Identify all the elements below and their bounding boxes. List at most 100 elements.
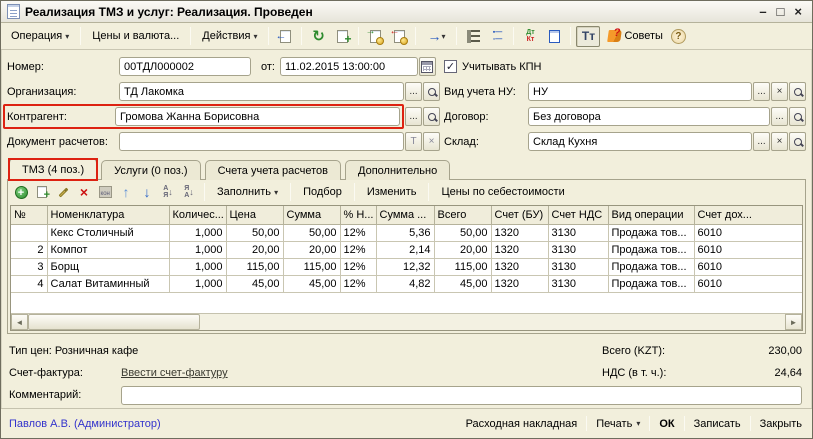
contract-open-button[interactable] (789, 107, 806, 126)
scroll-right-button[interactable]: ► (785, 314, 802, 330)
sort-desc-button[interactable]: ЯА ↓ (180, 183, 198, 201)
operation-menu[interactable]: Операция ▾ (5, 28, 75, 44)
organization-select-button[interactable]: ... (405, 82, 422, 101)
items-table[interactable]: № Номенклатура Количес... Цена Сумма % Н… (11, 206, 802, 293)
nu-open-button[interactable] (789, 82, 806, 101)
edit-row-button[interactable] (54, 183, 72, 201)
calendar-icon (421, 61, 433, 73)
copy-row-button[interactable]: + (33, 183, 51, 201)
number-label: Номер: (7, 61, 119, 73)
settlement-doc-clear-button[interactable]: × (423, 132, 440, 151)
scrollbar-track[interactable] (200, 314, 785, 330)
add-row-button[interactable]: + (12, 183, 30, 201)
scrollbar-thumb[interactable] (28, 314, 200, 330)
contract-select-button[interactable]: ... (771, 107, 788, 126)
table-row[interactable]: 3 Борщ 1,000 115,00 115,00 12% 12,32 115… (11, 258, 802, 275)
horizontal-scrollbar[interactable]: ◄ ► (11, 313, 802, 330)
table-row[interactable]: 4 Салат Витаминный 1,000 45,00 45,00 12%… (11, 275, 802, 292)
cost-prices-button[interactable]: Цены по себестоимости (435, 184, 570, 200)
settlement-doc-type-button[interactable]: T (405, 132, 422, 151)
organization-open-button[interactable] (423, 82, 440, 101)
warehouse-select-button[interactable]: ... (753, 132, 770, 151)
contractor-select-button[interactable]: ... (405, 107, 422, 126)
contractor-open-button[interactable] (423, 107, 440, 126)
tips-button[interactable]: ? Советы (602, 28, 668, 44)
tab-tmz[interactable]: ТМЗ (4 поз.) (9, 158, 97, 180)
reread-document-button[interactable]: ← (274, 26, 296, 47)
arrow-up-icon: ↑ (123, 184, 130, 200)
col-header-total[interactable]: Всего (434, 206, 491, 224)
kpn-checkbox[interactable]: ✓ (444, 60, 457, 73)
end-edit-button[interactable] (96, 183, 114, 201)
nu-clear-button[interactable]: × (771, 82, 788, 101)
contract-input[interactable] (528, 107, 770, 126)
col-header-operation-kind[interactable]: Вид операции (608, 206, 694, 224)
date-input[interactable] (280, 57, 418, 76)
comment-input[interactable] (121, 386, 802, 405)
change-button[interactable]: Изменить (361, 184, 423, 200)
delete-row-button[interactable]: × (75, 183, 93, 201)
tab-additional[interactable]: Дополнительно (345, 160, 450, 180)
enter-on-basis-button[interactable]: → ▾ (421, 26, 451, 47)
warehouse-open-button[interactable] (789, 132, 806, 151)
magnifier-icon (427, 87, 437, 97)
tab-services[interactable]: Услуги (0 поз.) (101, 160, 200, 180)
doc-type-button[interactable]: Расходная накладная (464, 416, 580, 432)
col-header-sum[interactable]: Сумма (283, 206, 340, 224)
structure-list-button[interactable] (462, 26, 484, 47)
dt-kt-postings-button[interactable]: ДтКт (519, 26, 541, 47)
table-row[interactable]: 1 Кекс Столичный 1,000 50,00 50,00 12% 5… (11, 224, 802, 241)
col-header-account-income[interactable]: Счет дох... (694, 206, 802, 224)
col-header-account-bu[interactable]: Счет (БУ) (491, 206, 548, 224)
calendar-button[interactable] (419, 57, 436, 76)
move-down-button[interactable]: ↓ (138, 183, 156, 201)
end-edit-icon (99, 186, 112, 198)
nu-select-button[interactable]: ... (753, 82, 770, 101)
move-up-button[interactable]: ↑ (117, 183, 135, 201)
pick-button[interactable]: Подбор (297, 184, 348, 200)
organization-input[interactable] (119, 82, 404, 101)
contractor-input[interactable] (115, 107, 400, 126)
close-form-button[interactable]: Закрыть (758, 416, 804, 432)
col-header-vat-sum[interactable]: Сумма ... (376, 206, 434, 224)
settlement-doc-input[interactable] (119, 132, 404, 151)
prices-currency-button[interactable]: Цены и валюта... (86, 28, 185, 44)
col-header-nomenclature[interactable]: Номенклатура (47, 206, 169, 224)
col-header-num[interactable]: № (11, 206, 47, 224)
col-header-quantity[interactable]: Количес... (169, 206, 226, 224)
col-header-account-vat[interactable]: Счет НДС (548, 206, 608, 224)
movements-report-button[interactable] (543, 26, 565, 47)
checkbox-list-button[interactable]: ▪—▫— (486, 26, 508, 47)
close-button[interactable]: × (794, 5, 802, 18)
sort-asc-button[interactable]: АЯ ↓ (159, 183, 177, 201)
col-header-price[interactable]: Цена (226, 206, 283, 224)
actions-menu[interactable]: Действия ▾ (196, 28, 263, 44)
col-header-vat-pct[interactable]: % Н... (340, 206, 376, 224)
tab-settlement-accounts[interactable]: Счета учета расчетов (205, 160, 341, 180)
chevron-down-icon: ▾ (636, 419, 640, 428)
nu-kind-input[interactable] (528, 82, 752, 101)
number-input[interactable] (119, 57, 251, 76)
enter-invoice-link[interactable]: Ввести счет-фактуру (121, 367, 228, 379)
organization-label: Организация: (7, 86, 119, 98)
magnifier-icon (793, 87, 803, 97)
tt-format-toggle[interactable]: Тт (576, 26, 600, 47)
window-title: Реализация ТМЗ и услуг: Реализация. Пров… (25, 5, 754, 19)
title-bar: Реализация ТМЗ и услуг: Реализация. Пров… (1, 1, 812, 23)
print-menu-button[interactable]: Печать ▾ (594, 416, 642, 432)
warehouse-clear-button[interactable]: × (771, 132, 788, 151)
scroll-left-button[interactable]: ◄ (11, 314, 28, 330)
save-button[interactable]: Записать (692, 416, 743, 432)
post-document-button[interactable]: → (364, 26, 386, 47)
coin-icon (376, 37, 384, 45)
ok-button[interactable]: ОК (657, 416, 676, 432)
help-icon[interactable]: ? (671, 29, 686, 44)
maximize-button[interactable]: □ (777, 5, 785, 18)
fill-menu-button[interactable]: Заполнить ▾ (211, 184, 284, 200)
unpost-document-button[interactable]: ← (388, 26, 410, 47)
copy-document-button[interactable]: + (331, 26, 353, 47)
warehouse-input[interactable] (528, 132, 752, 151)
table-row[interactable]: 2 Компот 1,000 20,00 20,00 12% 2,14 20,0… (11, 241, 802, 258)
minimize-button[interactable]: – (759, 5, 766, 18)
refresh-button[interactable]: ↻ (307, 26, 329, 47)
